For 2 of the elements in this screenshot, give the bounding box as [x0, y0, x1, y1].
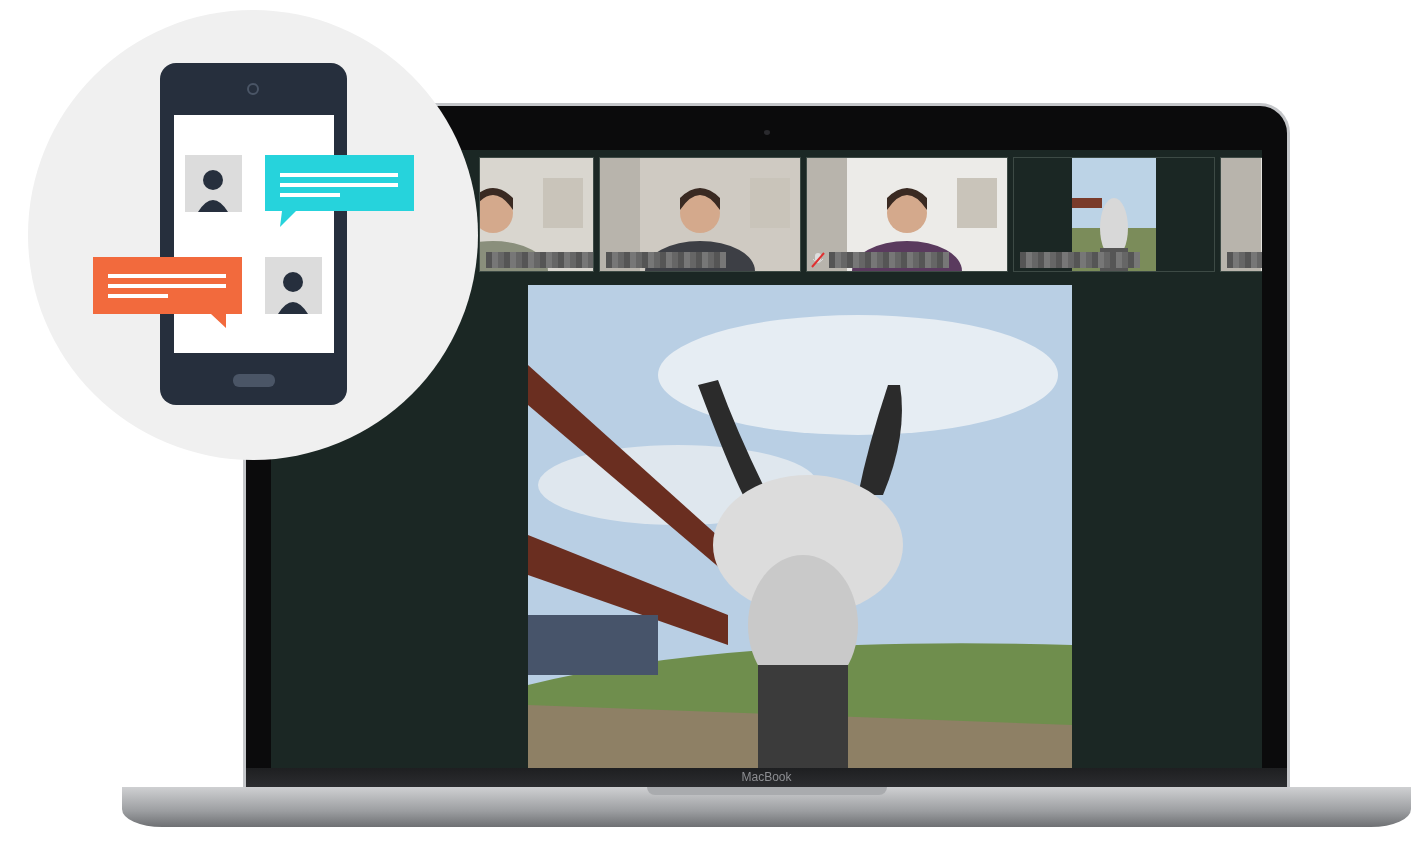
camera-icon: [763, 130, 770, 135]
laptop-brand: MacBook: [741, 770, 792, 785]
